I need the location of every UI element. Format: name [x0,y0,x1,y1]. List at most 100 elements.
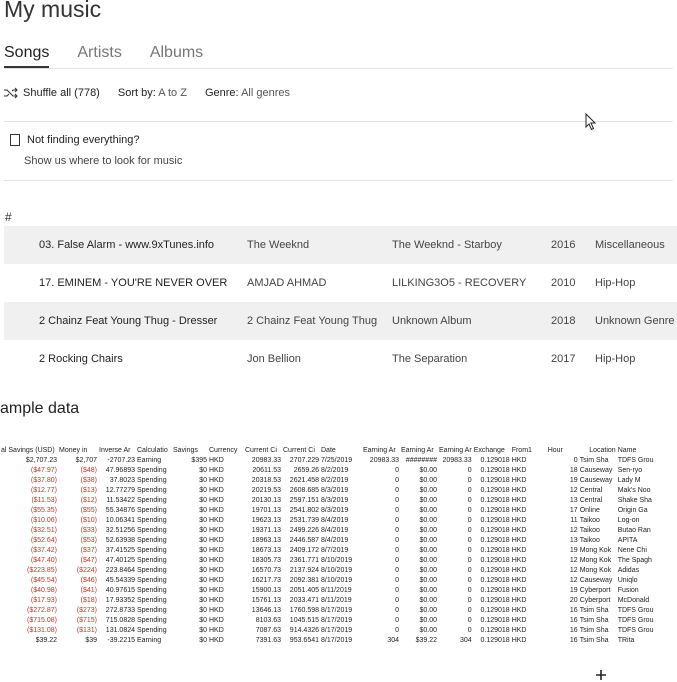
table-cell[interactable]: ($131.08) [0,626,58,636]
table-cell[interactable]: 2621.458 [282,476,320,486]
table-cell[interactable]: $0 [172,486,208,496]
table-cell[interactable]: $395 [172,456,208,466]
table-cell[interactable]: $0 [172,606,208,616]
table-cell[interactable]: 13 [565,496,579,506]
table-cell[interactable]: HKD [511,566,547,576]
table-cell[interactable]: ($272.87) [0,606,58,616]
table-cell[interactable]: 0.129018 [473,606,511,616]
table-cell[interactable]: $0 [172,556,208,566]
table-cell[interactable]: ($37.42) [0,546,58,556]
column-header[interactable]: Earning Ar [362,446,400,456]
table-cell[interactable]: ($46) [58,576,98,586]
table-cell[interactable]: 0 [438,536,473,546]
table-cell[interactable]: 18 [565,466,579,476]
table-cell[interactable]: 13646.13 [244,606,282,616]
table-cell[interactable]: 0 [362,506,400,516]
table-cell[interactable]: 8/3/2019 [320,496,362,506]
table-row[interactable]: ($37.42) ($37) 37.41525 Spending $0 HKD 18673.… [0,546,654,556]
table-cell[interactable]: Mong Kok [579,546,617,556]
table-cell[interactable]: 0.129018 [473,456,511,466]
table-cell[interactable]: 2409.172 [282,546,320,556]
table-cell[interactable] [547,606,565,616]
table-cell[interactable]: 0 [362,486,400,496]
table-cell[interactable]: HKD [511,516,547,526]
table-cell[interactable]: 0.129018 [473,546,511,556]
table-cell[interactable]: Log-on [617,516,655,526]
table-cell[interactable]: HKD [511,546,547,556]
table-cell[interactable]: HKD [511,586,547,596]
table-cell[interactable]: 0 [362,626,400,636]
table-row[interactable]: $2,707.23 $2,707 -2707.23 Earning $395 HKD 209… [0,456,654,466]
table-cell[interactable]: 7087.63 [244,626,282,636]
table-cell[interactable]: 15761.13 [244,596,282,606]
table-cell[interactable]: 0 [362,586,400,596]
table-cell[interactable] [547,466,565,476]
table-cell[interactable]: 2608.685 [282,486,320,496]
table-cell[interactable]: 8/10/2019 [320,576,362,586]
table-cell[interactable]: HKD [208,476,244,486]
table-cell[interactable]: 47.40125 [98,556,136,566]
table-cell[interactable]: 8/17/2019 [320,626,362,636]
column-header[interactable]: From1 [511,446,547,456]
column-header[interactable]: Calculatio [136,446,172,456]
table-cell[interactable]: 19 [565,586,579,596]
table-cell[interactable]: 18963.13 [244,536,282,546]
table-cell[interactable]: 12.77279 [98,486,136,496]
table-cell[interactable]: 40.97615 [98,586,136,596]
table-cell[interactable] [547,496,565,506]
table-cell[interactable]: Cyberport [579,586,617,596]
table-cell[interactable]: 0.129018 [473,576,511,586]
table-cell[interactable]: $0.00 [400,526,438,536]
table-cell[interactable]: 8/17/2019 [320,606,362,616]
table-cell[interactable]: HKD [208,566,244,576]
table-cell[interactable]: ($45.54) [0,576,58,586]
song-row[interactable]: 2 Chainz Feat Young Thug - Dresser 2 Cha… [4,302,677,340]
table-cell[interactable]: $39.22 [0,636,58,646]
table-cell[interactable]: Tsim Sha [579,606,617,616]
table-cell[interactable]: Spending [136,606,172,616]
table-cell[interactable]: 0 [362,546,400,556]
table-cell[interactable]: 37.8023 [98,476,136,486]
table-cell[interactable]: $0 [172,516,208,526]
table-cell[interactable]: $0.00 [400,516,438,526]
table-cell[interactable]: 715.0828 [98,616,136,626]
table-cell[interactable]: HKD [511,626,547,636]
table-cell[interactable]: 272.8733 [98,606,136,616]
table-cell[interactable]: 12 [565,576,579,586]
table-row[interactable]: ($715.08) ($715) 715.0828 Spending $0 HKD 8103… [0,616,654,626]
table-cell[interactable]: HKD [208,556,244,566]
table-cell[interactable]: TDFS Grou [617,456,655,466]
table-cell[interactable]: Taikoo [579,536,617,546]
table-cell[interactable]: $0.00 [400,556,438,566]
table-cell[interactable]: Spending [136,566,172,576]
table-cell[interactable]: 0.129018 [473,626,511,636]
table-cell[interactable]: HKD [511,476,547,486]
table-cell[interactable]: 0 [438,556,473,566]
table-cell[interactable]: 2531.739 [282,516,320,526]
table-cell[interactable]: Central [579,496,617,506]
table-cell[interactable]: 0.129018 [473,586,511,596]
table-cell[interactable]: 20318.53 [244,476,282,486]
index-marker[interactable]: # [5,210,12,224]
table-cell[interactable]: Spending [136,536,172,546]
table-cell[interactable] [547,516,565,526]
table-cell[interactable]: Central [579,486,617,496]
table-cell[interactable]: $0 [172,586,208,596]
table-cell[interactable] [547,486,565,496]
table-cell[interactable]: Spending [136,526,172,536]
table-cell[interactable]: ($37) [58,546,98,556]
table-cell[interactable]: ($18) [58,596,98,606]
table-cell[interactable] [547,476,565,486]
table-cell[interactable]: 16 [565,626,579,636]
table-cell[interactable] [547,526,565,536]
tab-albums[interactable]: Albums [150,44,203,68]
column-header[interactable]: Current Ci [282,446,320,456]
table-cell[interactable]: 12 [565,566,579,576]
table-cell[interactable]: 8/7/2019 [320,546,362,556]
table-cell[interactable]: 0 [438,606,473,616]
table-cell[interactable]: HKD [511,466,547,476]
table-cell[interactable]: HKD [208,486,244,496]
table-cell[interactable]: 0 [362,556,400,566]
table-cell[interactable]: 20983.33 [244,456,282,466]
column-header[interactable]: Date [320,446,362,456]
